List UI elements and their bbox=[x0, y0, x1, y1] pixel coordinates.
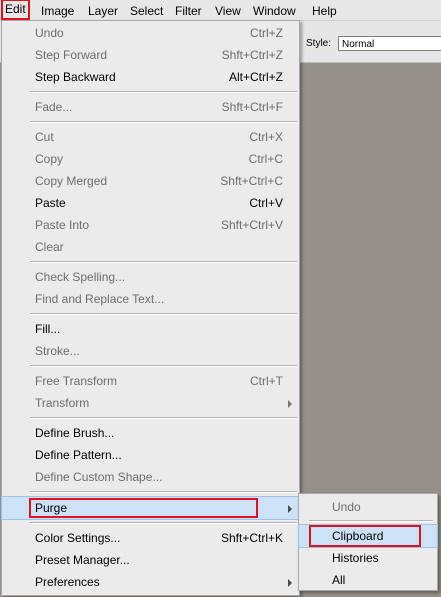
menu-item-define-brush[interactable]: Define Brush... bbox=[2, 422, 299, 444]
submenu-item-clipboard[interactable]: Clipboard bbox=[298, 524, 438, 548]
menu-separator bbox=[30, 91, 297, 93]
menu-separator bbox=[309, 520, 433, 522]
menu-item-label: Define Custom Shape... bbox=[35, 470, 163, 484]
menu-item-label: Define Pattern... bbox=[35, 448, 122, 462]
menu-separator bbox=[30, 121, 297, 123]
menu-item-shortcut: Shft+Ctrl+C bbox=[220, 174, 283, 188]
menu-item-label: Purge bbox=[35, 501, 68, 515]
menu-item-transform[interactable]: Transform bbox=[2, 392, 299, 414]
menu-item-shortcut: Shft+Ctrl+K bbox=[220, 531, 283, 545]
menubar-edit[interactable]: Edit bbox=[1, 0, 30, 20]
submenu-item-label: Histories bbox=[332, 551, 379, 565]
menu-item-shortcut: Shft+Ctrl+F bbox=[221, 100, 283, 114]
submenu-item-label: All bbox=[332, 573, 346, 587]
menu-item-label: Check Spelling... bbox=[35, 270, 126, 284]
menu-separator bbox=[30, 417, 297, 419]
purge-submenu: Undo Clipboard Histories All bbox=[298, 493, 438, 591]
menubar-select[interactable]: Select bbox=[128, 3, 165, 19]
menu-item-label: Transform bbox=[35, 396, 90, 410]
menu-item-paste-into[interactable]: Paste Into Shft+Ctrl+V bbox=[2, 214, 299, 236]
menu-item-shortcut: Alt+Ctrl+Z bbox=[228, 70, 283, 84]
menu-item-shortcut: Ctrl+X bbox=[249, 130, 283, 144]
menu-item-define-pattern[interactable]: Define Pattern... bbox=[2, 444, 299, 466]
menu-item-shortcut: Ctrl+C bbox=[248, 152, 283, 166]
menu-item-fade[interactable]: Fade... Shft+Ctrl+F bbox=[2, 96, 299, 118]
submenu-item-histories[interactable]: Histories bbox=[299, 547, 437, 569]
menu-item-label: Define Brush... bbox=[35, 426, 115, 440]
menu-item-label: Step Backward bbox=[35, 70, 116, 84]
menubar-image[interactable]: Image bbox=[39, 3, 76, 19]
menu-item-copy-merged[interactable]: Copy Merged Shft+Ctrl+C bbox=[2, 170, 299, 192]
menu-item-label: Find and Replace Text... bbox=[35, 292, 165, 306]
menu-item-label: Paste Into bbox=[35, 218, 90, 232]
edit-menu: Undo Ctrl+Z Step Forward Shft+Ctrl+Z Ste… bbox=[1, 20, 300, 596]
menu-item-shortcut: Ctrl+T bbox=[250, 374, 283, 388]
menubar-view[interactable]: View bbox=[213, 3, 243, 19]
menu-item-fill[interactable]: Fill... bbox=[2, 318, 299, 340]
menu-item-shortcut: Shft+Ctrl+V bbox=[220, 218, 283, 232]
menu-item-step-forward[interactable]: Step Forward Shft+Ctrl+Z bbox=[2, 44, 299, 66]
menu-separator bbox=[30, 491, 297, 493]
submenu-arrow-icon bbox=[288, 400, 292, 408]
submenu-arrow-icon bbox=[288, 579, 292, 587]
menu-separator bbox=[30, 313, 297, 315]
menu-item-step-backward[interactable]: Step Backward Alt+Ctrl+Z bbox=[2, 66, 299, 88]
menu-item-clear[interactable]: Clear bbox=[2, 236, 299, 258]
menu-item-find-replace[interactable]: Find and Replace Text... bbox=[2, 288, 299, 310]
submenu-item-undo[interactable]: Undo bbox=[299, 496, 437, 518]
menu-separator bbox=[30, 365, 297, 367]
menu-item-label: Step Forward bbox=[35, 48, 108, 62]
menu-separator bbox=[30, 522, 297, 524]
menu-item-undo[interactable]: Undo Ctrl+Z bbox=[2, 22, 299, 44]
menu-item-label: Clear bbox=[35, 240, 64, 254]
menu-separator bbox=[30, 261, 297, 263]
submenu-arrow-icon bbox=[288, 505, 292, 513]
menu-item-label: Fill... bbox=[35, 322, 61, 336]
menu-item-define-custom-shape[interactable]: Define Custom Shape... bbox=[2, 466, 299, 488]
menu-item-shortcut: Ctrl+V bbox=[249, 196, 283, 210]
submenu-item-all[interactable]: All bbox=[299, 569, 437, 591]
menu-item-label: Paste bbox=[35, 196, 66, 210]
menu-item-label: Stroke... bbox=[35, 344, 80, 358]
menu-item-label: Color Settings... bbox=[35, 531, 121, 545]
submenu-item-label: Undo bbox=[332, 500, 361, 514]
menu-item-stroke[interactable]: Stroke... bbox=[2, 340, 299, 362]
menu-item-label: Cut bbox=[35, 130, 54, 144]
menu-item-label: Free Transform bbox=[35, 374, 118, 388]
menu-item-cut[interactable]: Cut Ctrl+X bbox=[2, 126, 299, 148]
submenu-item-label: Clipboard bbox=[332, 529, 384, 543]
style-label: Style: bbox=[306, 38, 332, 49]
menu-item-preset-manager[interactable]: Preset Manager... bbox=[2, 549, 299, 571]
menu-item-shortcut: Shft+Ctrl+Z bbox=[221, 48, 283, 62]
menu-item-paste[interactable]: Paste Ctrl+V bbox=[2, 192, 299, 214]
menu-item-label: Fade... bbox=[35, 100, 73, 114]
menu-item-label: Preferences bbox=[35, 575, 100, 589]
menubar-filter[interactable]: Filter bbox=[173, 3, 204, 19]
menu-item-color-settings[interactable]: Color Settings... Shft+Ctrl+K bbox=[2, 527, 299, 549]
menubar-window[interactable]: Window bbox=[251, 3, 298, 19]
menu-item-purge[interactable]: Purge bbox=[1, 496, 300, 520]
menu-item-copy[interactable]: Copy Ctrl+C bbox=[2, 148, 299, 170]
menu-item-label: Copy bbox=[35, 152, 64, 166]
menu-item-shortcut: Ctrl+Z bbox=[250, 26, 283, 40]
menu-item-label: Preset Manager... bbox=[35, 553, 130, 567]
menu-item-free-transform[interactable]: Free Transform Ctrl+T bbox=[2, 370, 299, 392]
menubar-layer[interactable]: Layer bbox=[86, 3, 120, 19]
menu-bar: Edit Image Layer Select Filter View Wind… bbox=[0, 0, 441, 21]
menu-item-label: Undo bbox=[35, 26, 64, 40]
style-dropdown[interactable]: Normal bbox=[338, 36, 441, 51]
menu-item-check-spelling[interactable]: Check Spelling... bbox=[2, 266, 299, 288]
menubar-help[interactable]: Help bbox=[310, 3, 339, 19]
menu-item-preferences[interactable]: Preferences bbox=[2, 571, 299, 593]
menu-item-label: Copy Merged bbox=[35, 174, 108, 188]
